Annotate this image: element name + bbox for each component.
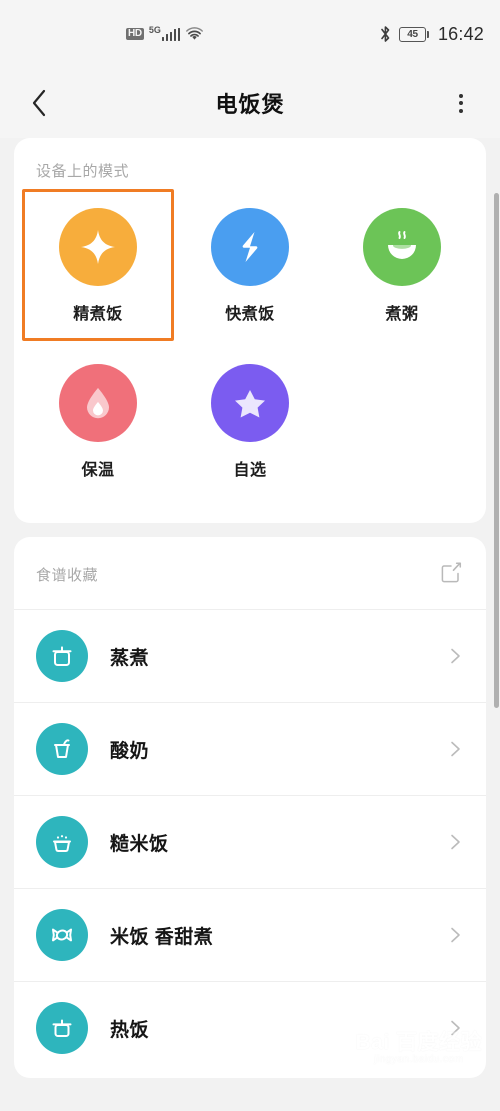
recipe-favorites-title: 食谱收藏 bbox=[36, 566, 99, 584]
recipe-favorites-card: 食谱收藏 蒸煮 酸奶 糙米饭 米饭 香甜煮 热饭 bbox=[14, 537, 486, 1078]
mode-cell-baowen[interactable]: 保温 bbox=[22, 345, 174, 497]
chevron-right-icon bbox=[446, 740, 464, 758]
battery-icon: 45 bbox=[398, 26, 429, 42]
recipe-label: 糙米饭 bbox=[110, 833, 169, 855]
mode-label: 煮粥 bbox=[385, 306, 419, 323]
status-bar-center-icons: HD 5G bbox=[126, 24, 379, 41]
device-modes-card: 设备上的模式 精煮饭 快煮饭 煮粥 保温 自选 bbox=[14, 138, 486, 523]
chevron-right-icon bbox=[446, 1019, 464, 1037]
mode-label: 自选 bbox=[233, 462, 267, 479]
edit-recipes-button[interactable] bbox=[438, 561, 464, 587]
device-modes-title: 设备上的模式 bbox=[36, 163, 130, 180]
page-scrollbar[interactable] bbox=[494, 68, 500, 1111]
battery-level-label: 45 bbox=[398, 26, 426, 42]
mode-cell-zixuan[interactable]: 自选 bbox=[174, 345, 326, 497]
device-modes-grid: 精煮饭 快煮饭 煮粥 保温 自选 bbox=[14, 189, 486, 497]
recipe-favorites-header: 食谱收藏 bbox=[14, 537, 486, 609]
mode-label: 快煮饭 bbox=[225, 306, 275, 323]
mode-cell-jingzhufan[interactable]: 精煮饭 bbox=[22, 189, 174, 341]
recipe-label: 米饭 香甜煮 bbox=[110, 926, 214, 948]
wifi-icon bbox=[185, 27, 204, 41]
recipe-label: 热饭 bbox=[110, 1019, 150, 1041]
sparkle-icon bbox=[59, 208, 137, 286]
rice-bowl-icon bbox=[36, 816, 88, 868]
recipe-label: 蒸煮 bbox=[110, 647, 150, 669]
more-vertical-icon-dot bbox=[458, 108, 463, 113]
status-bar: HD 5G 45 16:42 bbox=[0, 0, 500, 68]
chevron-right-icon bbox=[446, 926, 464, 944]
clock-label: 16:42 bbox=[437, 23, 484, 44]
more-vertical-icon-dot bbox=[458, 101, 463, 105]
hd-icon: HD bbox=[126, 28, 144, 40]
recipe-row-caomifan[interactable]: 糙米饭 bbox=[14, 795, 486, 888]
yogurt-cup-icon bbox=[36, 723, 88, 775]
more-vertical-icon-dot bbox=[458, 93, 463, 98]
steaming-bowl-icon bbox=[363, 208, 441, 286]
page-title: 电饭煲 bbox=[215, 92, 285, 117]
steamer-pot-icon bbox=[36, 630, 88, 682]
rice-cooker-icon bbox=[36, 1002, 88, 1054]
page-scrollbar-thumb[interactable] bbox=[494, 193, 499, 708]
back-button[interactable] bbox=[22, 86, 56, 120]
lightning-icon bbox=[211, 208, 289, 286]
mode-label: 精煮饭 bbox=[73, 306, 123, 323]
mode-cell-kuaizhufan[interactable]: 快煮饭 bbox=[174, 189, 326, 341]
status-bar-right-icons: 45 16:42 bbox=[379, 24, 484, 45]
signal-bars-icon: 5G bbox=[148, 24, 181, 41]
mode-cell-zhuzhou[interactable]: 煮粥 bbox=[326, 189, 478, 341]
mode-label: 保温 bbox=[81, 462, 115, 479]
star-icon bbox=[211, 364, 289, 442]
app-bar: 电饭煲 bbox=[0, 68, 500, 138]
signal-bars-glyph bbox=[161, 27, 181, 41]
chevron-left-icon bbox=[31, 89, 47, 117]
chevron-right-icon bbox=[446, 647, 464, 665]
candy-icon bbox=[36, 909, 88, 961]
droplet-icon bbox=[59, 364, 137, 442]
chevron-right-icon bbox=[446, 833, 464, 851]
more-options-button[interactable] bbox=[444, 86, 478, 120]
recipe-row-mifan-xiangtianzhu[interactable]: 米饭 香甜煮 bbox=[14, 888, 486, 981]
bluetooth-icon bbox=[379, 25, 392, 43]
recipe-row-zhengzhu[interactable]: 蒸煮 bbox=[14, 609, 486, 702]
battery-cap bbox=[426, 30, 429, 38]
network-type-label: 5G bbox=[148, 24, 161, 35]
recipe-row-refan[interactable]: 热饭 bbox=[14, 981, 486, 1074]
scroll-content[interactable]: 设备上的模式 精煮饭 快煮饭 煮粥 保温 自选 食谱收藏 蒸煮 酸奶 糙米饭 米… bbox=[0, 138, 500, 1111]
edit-square-icon bbox=[440, 561, 462, 588]
recipe-label: 酸奶 bbox=[110, 740, 150, 762]
recipe-row-suannai[interactable]: 酸奶 bbox=[14, 702, 486, 795]
